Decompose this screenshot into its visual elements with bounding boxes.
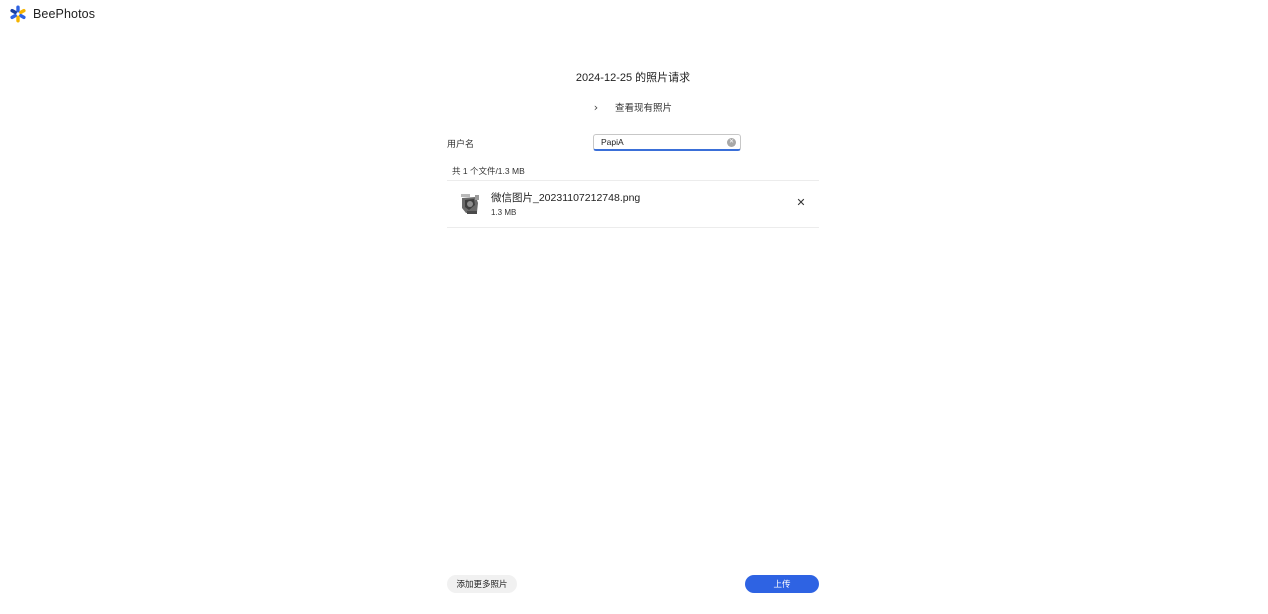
upload-button[interactable]: 上传 [745, 575, 819, 593]
beephotos-logo-icon [9, 5, 27, 23]
file-name: 微信图片_20231107212748.png [491, 192, 641, 204]
divider [447, 227, 819, 228]
add-more-photos-button[interactable]: 添加更多照片 [447, 575, 517, 593]
file-summary: 共 1 个文件/1.3 MB [452, 166, 525, 176]
brand: BeePhotos [9, 5, 95, 23]
username-field[interactable]: ✕ [593, 134, 741, 151]
file-list-item: 微信图片_20231107212748.png 1.3 MB ✕ [447, 181, 819, 227]
image-thumbnail [457, 191, 482, 216]
username-input[interactable] [594, 135, 727, 149]
app-name: BeePhotos [33, 7, 96, 21]
clear-icon[interactable]: ✕ [727, 137, 736, 147]
page-title: 2024-12-25 的照片请求 [575, 72, 691, 84]
username-label: 用户名 [447, 139, 475, 149]
chevron-right-icon: › [593, 100, 599, 114]
view-existing-photos-label: 查看现有照片 [615, 103, 673, 114]
file-size: 1.3 MB [491, 208, 517, 217]
photo-request-page: BeePhotos 2024-12-25 的照片请求 › 查看现有照片 用户名 … [0, 0, 1268, 614]
close-icon[interactable]: ✕ [795, 196, 807, 209]
view-existing-photos-toggle[interactable]: › 查看现有照片 [589, 100, 673, 115]
